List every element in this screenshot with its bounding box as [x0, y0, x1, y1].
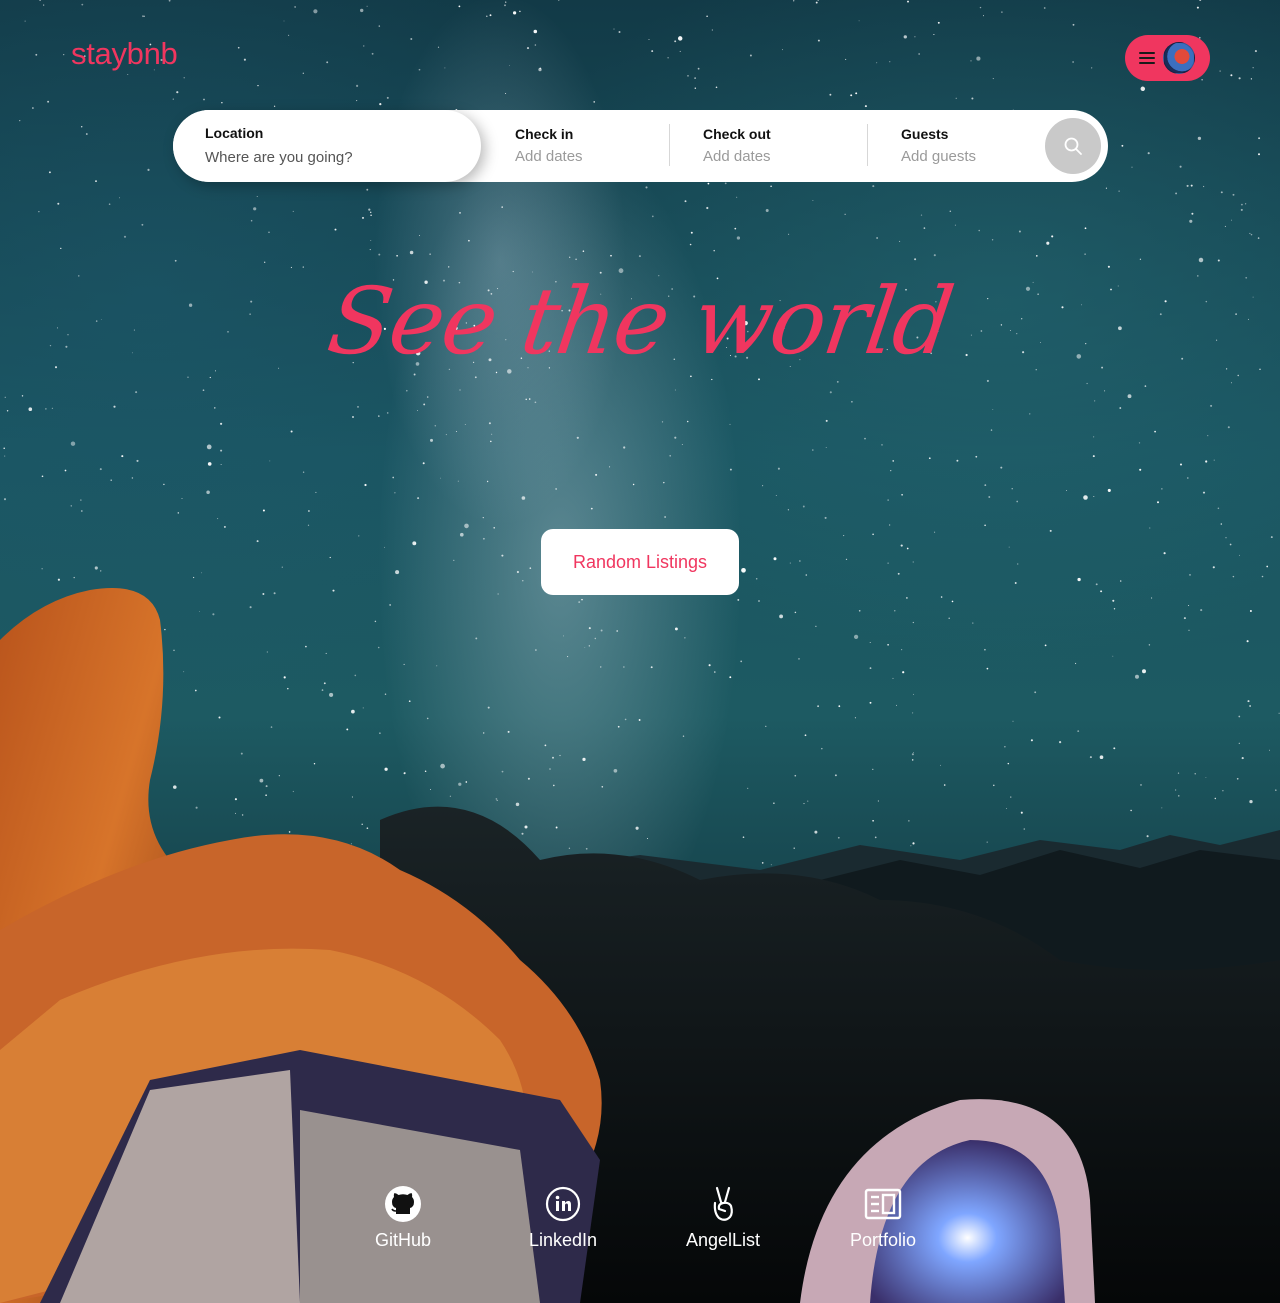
divider: [867, 124, 868, 166]
angellist-icon: [713, 1186, 733, 1221]
github-link[interactable]: GitHub: [343, 1184, 463, 1251]
guests-label: Guests: [901, 126, 949, 142]
search-icon: [1064, 137, 1082, 155]
hamburger-icon: [1139, 51, 1155, 65]
search-bar: Location Check in Add dates Check out Ad…: [173, 110, 1108, 182]
angellist-label: AngelList: [685, 1230, 761, 1250]
check-in-label: Check in: [515, 126, 574, 142]
github-label: GitHub: [374, 1230, 432, 1250]
check-in-field[interactable]: Check in Add dates: [515, 110, 665, 182]
search-button[interactable]: [1045, 118, 1101, 174]
angellist-link[interactable]: AngelList: [663, 1184, 783, 1251]
user-avatar: [1163, 42, 1195, 74]
check-out-value: Add dates: [703, 148, 771, 165]
logo[interactable]: staybnb: [71, 36, 178, 72]
guests-field[interactable]: Guests Add guests: [901, 110, 1041, 182]
random-listings-button[interactable]: Random Listings: [541, 529, 739, 595]
check-out-field[interactable]: Check out Add dates: [703, 110, 863, 182]
check-in-value: Add dates: [515, 148, 583, 165]
portfolio-label: Portfolio: [849, 1230, 917, 1250]
divider: [669, 124, 670, 166]
portfolio-icon: [864, 1188, 902, 1220]
linkedin-icon: [545, 1186, 581, 1222]
background-photo: [0, 0, 1280, 1303]
location-field[interactable]: Location: [173, 110, 481, 182]
portfolio-link[interactable]: Portfolio: [823, 1184, 943, 1251]
linkedin-link[interactable]: LinkedIn: [503, 1184, 623, 1251]
location-label: Location: [205, 125, 264, 141]
github-icon: [385, 1186, 421, 1222]
guests-value: Add guests: [901, 148, 977, 165]
user-menu-button[interactable]: [1125, 35, 1210, 81]
linkedin-label: LinkedIn: [528, 1230, 598, 1250]
landscape: [0, 588, 1280, 1303]
location-input[interactable]: [205, 149, 455, 166]
check-out-label: Check out: [703, 126, 771, 142]
hero-title: See the world: [321, 268, 959, 375]
